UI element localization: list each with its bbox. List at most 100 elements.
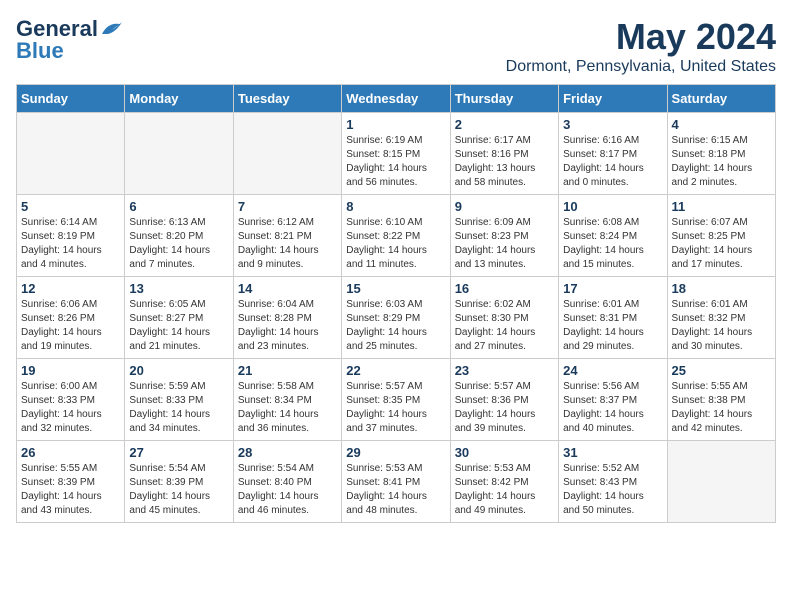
calendar-table: SundayMondayTuesdayWednesdayThursdayFrid… (16, 84, 776, 523)
day-info: Sunrise: 5:56 AMSunset: 8:37 PMDaylight:… (563, 380, 662, 436)
day-info: Sunrise: 5:55 AMSunset: 8:39 PMDaylight:… (21, 462, 120, 518)
day-number: 12 (21, 281, 120, 296)
month-title: May 2024 (506, 16, 776, 58)
calendar-day-empty (125, 113, 233, 195)
day-number: 1 (346, 117, 445, 132)
day-number: 27 (129, 445, 228, 460)
calendar-day-4: 4Sunrise: 6:15 AMSunset: 8:18 PMDaylight… (667, 113, 775, 195)
logo-bird-icon (100, 20, 122, 38)
day-number: 19 (21, 363, 120, 378)
day-info: Sunrise: 5:55 AMSunset: 8:38 PMDaylight:… (672, 380, 771, 436)
day-info: Sunrise: 6:07 AMSunset: 8:25 PMDaylight:… (672, 216, 771, 272)
weekday-header-saturday: Saturday (667, 85, 775, 113)
day-info: Sunrise: 5:58 AMSunset: 8:34 PMDaylight:… (238, 380, 337, 436)
day-number: 2 (455, 117, 554, 132)
calendar-day-27: 27 Sunrise: 5:54 AMSunset: 8:39 PMDayligh… (125, 441, 233, 523)
day-number: 18 (672, 281, 771, 296)
day-number: 6 (129, 199, 228, 214)
day-number: 10 (563, 199, 662, 214)
calendar-week-row: 1Sunrise: 6:19 AMSunset: 8:15 PMDaylight… (17, 113, 776, 195)
calendar-day-14: 14 Sunrise: 6:04 AMSunset: 8:28 PMDayligh… (233, 277, 341, 359)
day-info: Sunrise: 6:17 AMSunset: 8:16 PMDaylight:… (455, 134, 554, 190)
weekday-header-thursday: Thursday (450, 85, 558, 113)
day-number: 8 (346, 199, 445, 214)
calendar-day-23: 23Sunrise: 5:57 AMSunset: 8:36 PMDayligh… (450, 359, 558, 441)
day-info: Sunrise: 6:01 AMSunset: 8:31 PMDaylight:… (563, 298, 662, 354)
calendar-day-19: 19Sunrise: 6:00 AMSunset: 8:33 PMDayligh… (17, 359, 125, 441)
calendar-day-24: 24 Sunrise: 5:56 AMSunset: 8:37 PMDayligh… (559, 359, 667, 441)
day-number: 5 (21, 199, 120, 214)
day-number: 16 (455, 281, 554, 296)
day-info: Sunrise: 6:10 AMSunset: 8:22 PMDaylight:… (346, 216, 445, 272)
day-number: 22 (346, 363, 445, 378)
calendar-day-7: 7 Sunrise: 6:12 AMSunset: 8:21 PMDaylight… (233, 195, 341, 277)
calendar-day-18: 18 Sunrise: 6:01 AMSunset: 8:32 PMDayligh… (667, 277, 775, 359)
day-number: 11 (672, 199, 771, 214)
calendar-day-12: 12 Sunrise: 6:06 AMSunset: 8:26 PMDayligh… (17, 277, 125, 359)
calendar-day-10: 10Sunrise: 6:08 AMSunset: 8:24 PMDayligh… (559, 195, 667, 277)
day-info: Sunrise: 6:14 AMSunset: 8:19 PMDaylight:… (21, 216, 120, 272)
day-number: 13 (129, 281, 228, 296)
day-info: Sunrise: 6:01 AMSunset: 8:32 PMDaylight:… (672, 298, 771, 354)
day-number: 21 (238, 363, 337, 378)
day-info: Sunrise: 5:57 AMSunset: 8:35 PMDaylight:… (346, 380, 445, 436)
day-info: Sunrise: 5:53 AMSunset: 8:42 PMDaylight:… (455, 462, 554, 518)
calendar-day-31: 31Sunrise: 5:52 AMSunset: 8:43 PMDayligh… (559, 441, 667, 523)
day-info: Sunrise: 6:06 AMSunset: 8:26 PMDaylight:… (21, 298, 120, 354)
weekday-header-wednesday: Wednesday (342, 85, 450, 113)
weekday-header-sunday: Sunday (17, 85, 125, 113)
day-number: 3 (563, 117, 662, 132)
calendar-day-6: 6 Sunrise: 6:13 AMSunset: 8:20 PMDaylight… (125, 195, 233, 277)
day-info: Sunrise: 5:54 AMSunset: 8:40 PMDaylight:… (238, 462, 337, 518)
calendar-day-26: 26 Sunrise: 5:55 AMSunset: 8:39 PMDayligh… (17, 441, 125, 523)
calendar-day-empty (17, 113, 125, 195)
day-number: 7 (238, 199, 337, 214)
calendar-day-3: 3Sunrise: 6:16 AMSunset: 8:17 PMDaylight… (559, 113, 667, 195)
calendar-day-empty (667, 441, 775, 523)
calendar-day-8: 8 Sunrise: 6:10 AMSunset: 8:22 PMDaylight… (342, 195, 450, 277)
calendar-day-17: 17 Sunrise: 6:01 AMSunset: 8:31 PMDayligh… (559, 277, 667, 359)
day-info: Sunrise: 5:59 AMSunset: 8:33 PMDaylight:… (129, 380, 228, 436)
title-block: May 2024 Dormont, Pennsylvania, United S… (506, 16, 776, 76)
day-info: Sunrise: 6:04 AMSunset: 8:28 PMDaylight:… (238, 298, 337, 354)
calendar-week-row: 5 Sunrise: 6:14 AMSunset: 8:19 PMDaylight… (17, 195, 776, 277)
day-info: Sunrise: 6:09 AMSunset: 8:23 PMDaylight:… (455, 216, 554, 272)
day-info: Sunrise: 5:53 AMSunset: 8:41 PMDaylight:… (346, 462, 445, 518)
calendar-day-13: 13 Sunrise: 6:05 AMSunset: 8:27 PMDayligh… (125, 277, 233, 359)
day-info: Sunrise: 6:13 AMSunset: 8:20 PMDaylight:… (129, 216, 228, 272)
day-number: 4 (672, 117, 771, 132)
day-number: 25 (672, 363, 771, 378)
calendar-day-empty (233, 113, 341, 195)
weekday-header-tuesday: Tuesday (233, 85, 341, 113)
calendar-day-20: 20Sunrise: 5:59 AMSunset: 8:33 PMDayligh… (125, 359, 233, 441)
day-number: 26 (21, 445, 120, 460)
calendar-day-16: 16 Sunrise: 6:02 AMSunset: 8:30 PMDayligh… (450, 277, 558, 359)
day-number: 17 (563, 281, 662, 296)
weekday-header-friday: Friday (559, 85, 667, 113)
day-info: Sunrise: 6:12 AMSunset: 8:21 PMDaylight:… (238, 216, 337, 272)
day-number: 14 (238, 281, 337, 296)
day-info: Sunrise: 6:02 AMSunset: 8:30 PMDaylight:… (455, 298, 554, 354)
day-number: 23 (455, 363, 554, 378)
day-info: Sunrise: 5:54 AMSunset: 8:39 PMDaylight:… (129, 462, 228, 518)
day-number: 15 (346, 281, 445, 296)
calendar-day-29: 29 Sunrise: 5:53 AMSunset: 8:41 PMDayligh… (342, 441, 450, 523)
calendar-week-row: 19Sunrise: 6:00 AMSunset: 8:33 PMDayligh… (17, 359, 776, 441)
calendar-day-1: 1Sunrise: 6:19 AMSunset: 8:15 PMDaylight… (342, 113, 450, 195)
calendar-day-15: 15Sunrise: 6:03 AMSunset: 8:29 PMDayligh… (342, 277, 450, 359)
location: Dormont, Pennsylvania, United States (506, 58, 776, 76)
calendar-day-5: 5 Sunrise: 6:14 AMSunset: 8:19 PMDaylight… (17, 195, 125, 277)
logo: General Blue (16, 16, 122, 64)
calendar-day-9: 9Sunrise: 6:09 AMSunset: 8:23 PMDaylight… (450, 195, 558, 277)
calendar-day-2: 2 Sunrise: 6:17 AMSunset: 8:16 PMDaylight… (450, 113, 558, 195)
calendar-day-11: 11 Sunrise: 6:07 AMSunset: 8:25 PMDayligh… (667, 195, 775, 277)
day-info: Sunrise: 6:05 AMSunset: 8:27 PMDaylight:… (129, 298, 228, 354)
day-number: 29 (346, 445, 445, 460)
day-number: 24 (563, 363, 662, 378)
day-info: Sunrise: 5:52 AMSunset: 8:43 PMDaylight:… (563, 462, 662, 518)
logo-blue: Blue (16, 38, 64, 63)
weekday-header-row: SundayMondayTuesdayWednesdayThursdayFrid… (17, 85, 776, 113)
calendar-day-21: 21 Sunrise: 5:58 AMSunset: 8:34 PMDayligh… (233, 359, 341, 441)
calendar-day-25: 25 Sunrise: 5:55 AMSunset: 8:38 PMDayligh… (667, 359, 775, 441)
calendar-week-row: 26 Sunrise: 5:55 AMSunset: 8:39 PMDayligh… (17, 441, 776, 523)
